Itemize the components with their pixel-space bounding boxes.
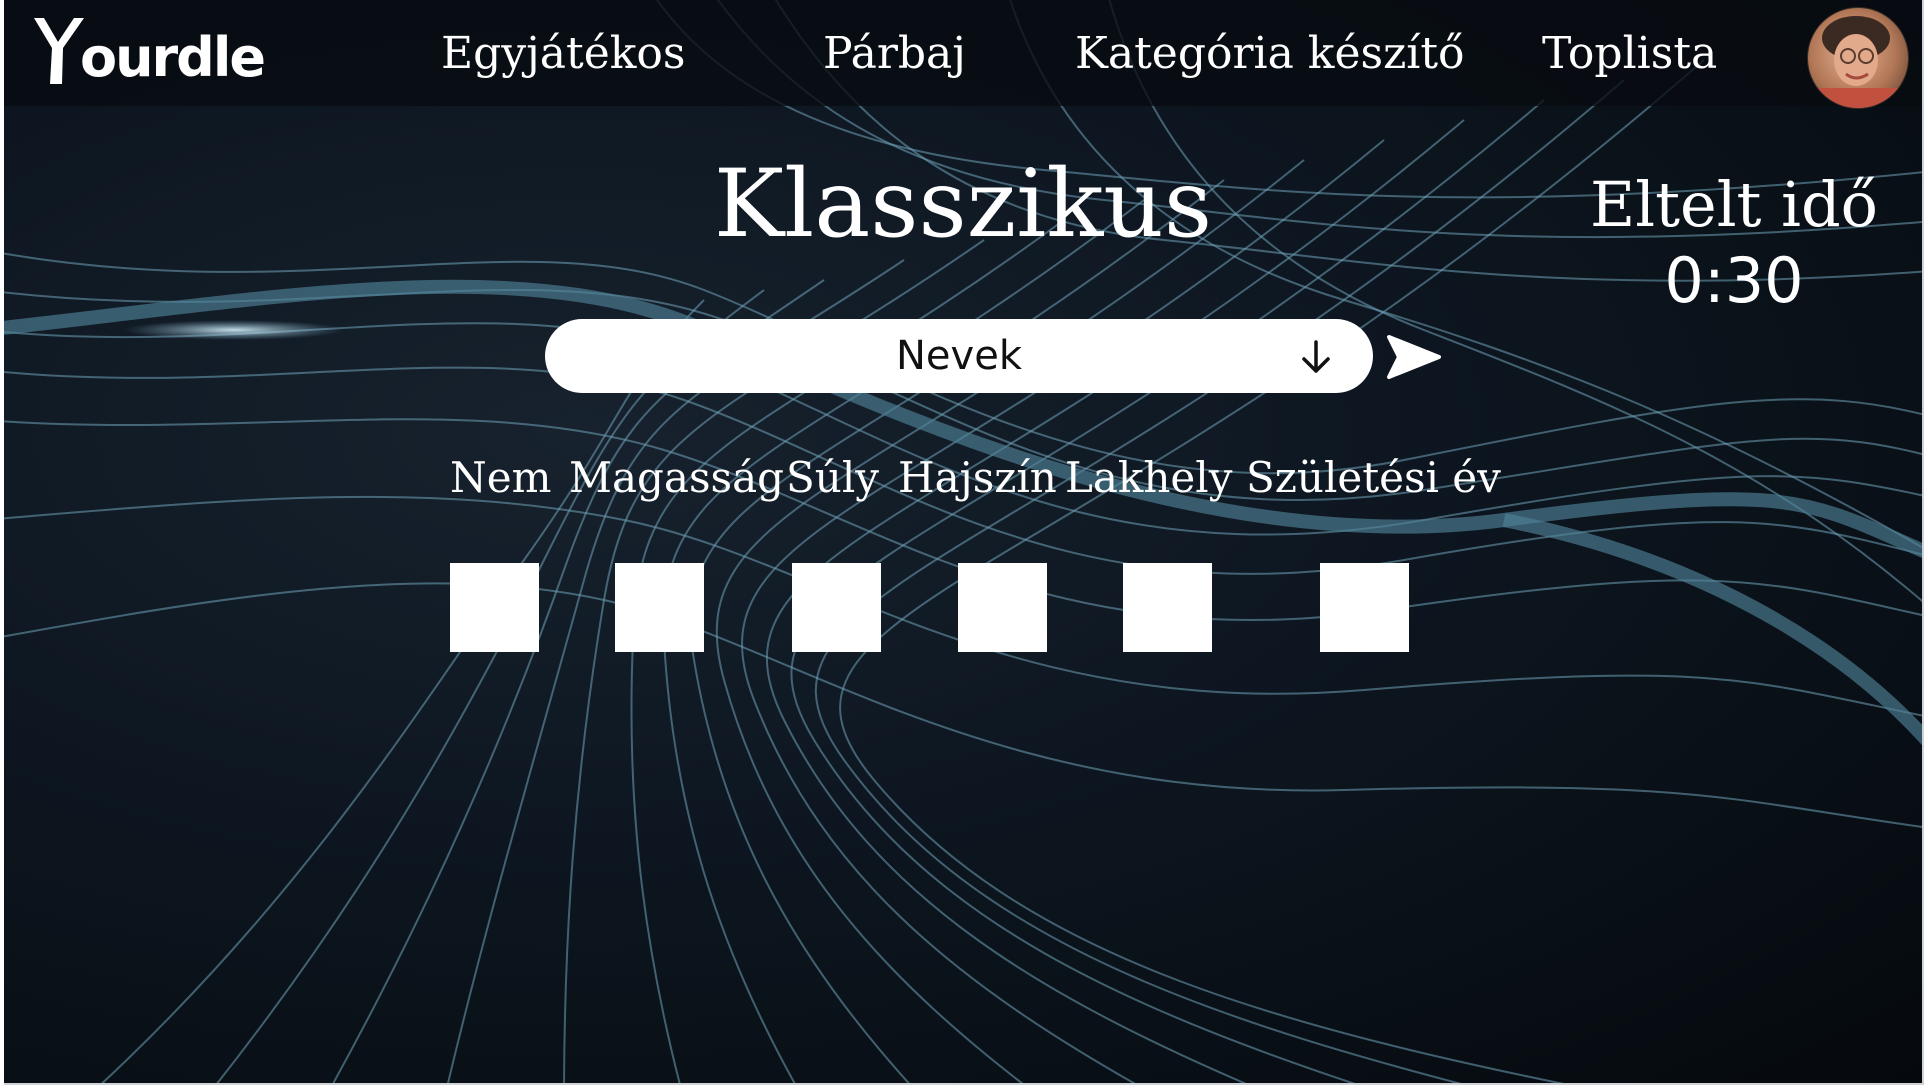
top-navbar: ourdle Egyjátékos Párbaj Kategória készí… — [4, 0, 1922, 109]
column-label-hair-color: Hajszín — [898, 453, 1057, 502]
category-select-value: Nevek — [896, 333, 1022, 379]
category-select[interactable]: Nevek — [545, 319, 1373, 393]
column-label-weight: Súly — [786, 453, 879, 502]
tile-hair-color — [958, 563, 1047, 652]
tile-birth-year — [1320, 563, 1409, 652]
tile-gender — [450, 563, 539, 652]
column-label-gender: Nem — [450, 453, 552, 502]
avatar[interactable] — [1807, 7, 1909, 109]
column-label-birth-year: Születési év — [1246, 453, 1501, 502]
arrow-down-icon — [1302, 340, 1330, 373]
nav-single-player[interactable]: Egyjátékos — [441, 26, 685, 82]
app-window: ourdle Egyjátékos Párbaj Kategória készí… — [4, 0, 1924, 1085]
column-label-residence: Lakhely — [1065, 453, 1233, 502]
timer-label: Eltelt idő — [1590, 168, 1878, 241]
column-label-height: Magasság — [569, 453, 785, 502]
app-logo[interactable]: ourdle — [30, 12, 266, 89]
nav-duel[interactable]: Párbaj — [823, 26, 966, 82]
tile-height — [615, 563, 704, 652]
send-icon[interactable] — [1385, 333, 1441, 381]
avatar-photo — [1818, 16, 1898, 108]
nav-leaderboard[interactable]: Toplista — [1542, 26, 1717, 82]
elapsed-timer: Eltelt idő 0:30 — [1569, 168, 1899, 320]
logo-text: ourdle — [80, 26, 266, 89]
tile-weight — [792, 563, 881, 652]
timer-value: 0:30 — [1664, 244, 1804, 317]
nav-category-creator[interactable]: Kategória készítő — [1075, 26, 1465, 82]
tile-residence — [1123, 563, 1212, 652]
